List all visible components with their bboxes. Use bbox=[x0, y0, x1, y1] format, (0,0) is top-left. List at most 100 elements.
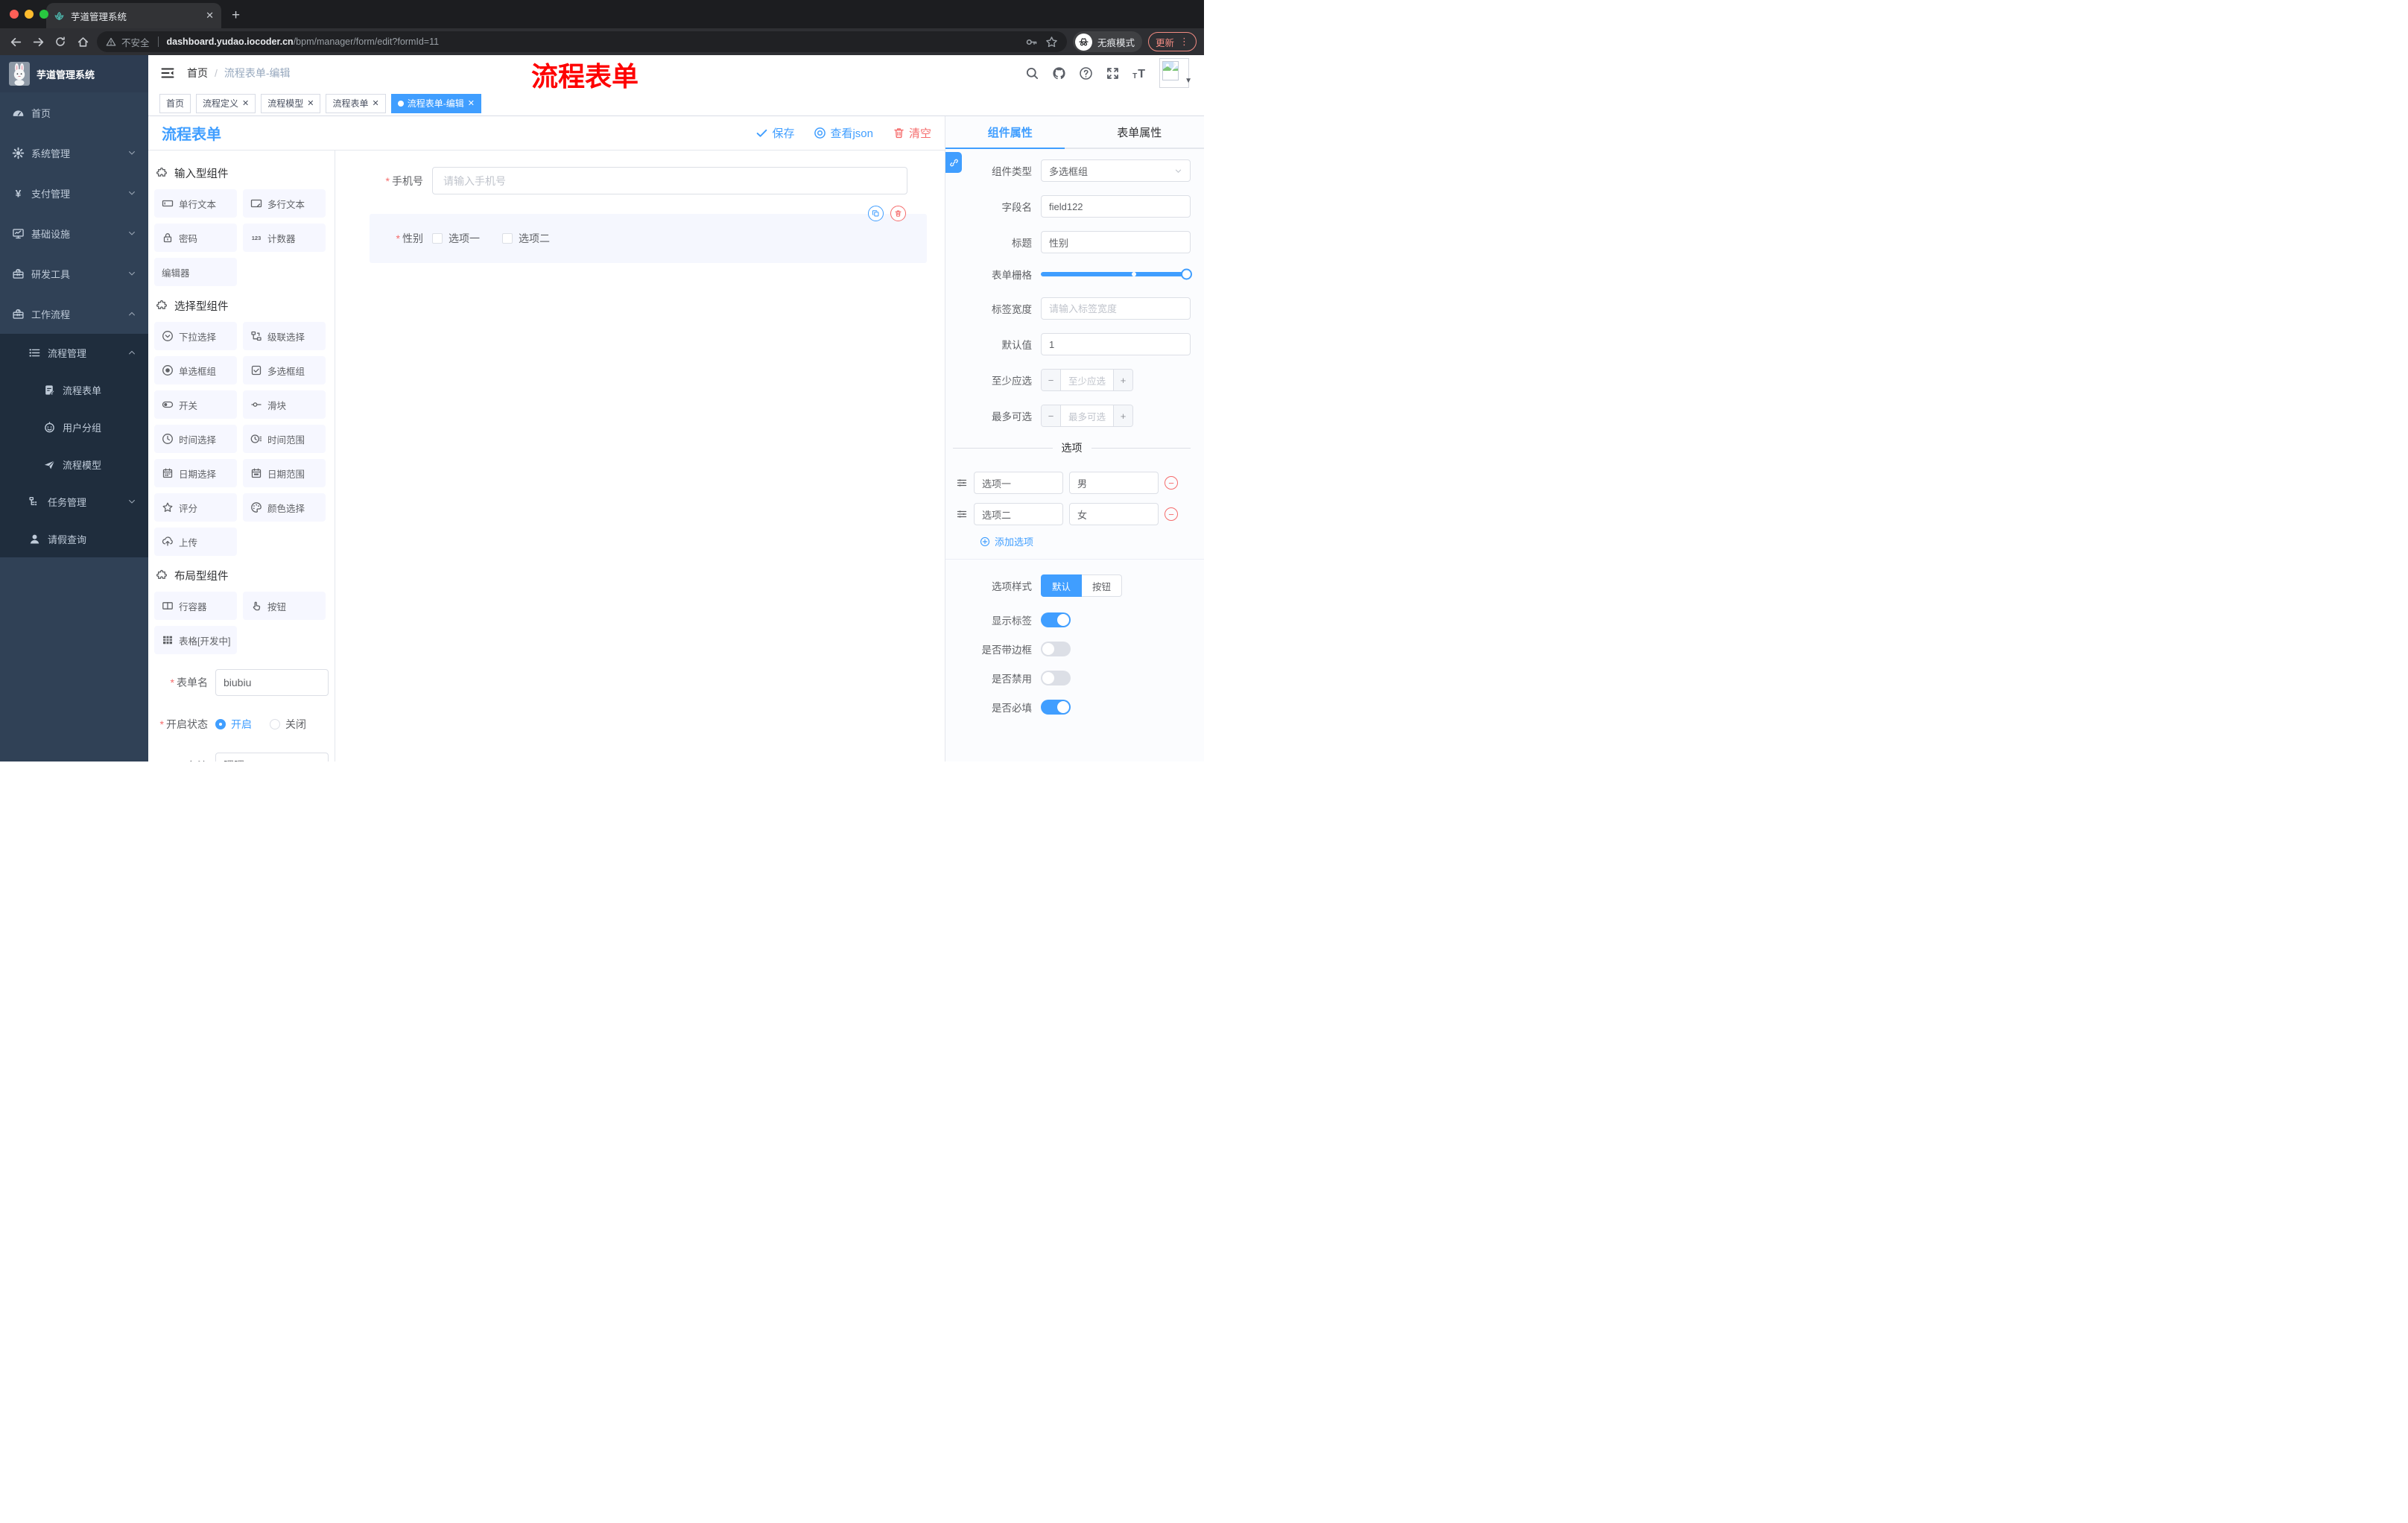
tab-form-props[interactable]: 表单属性 bbox=[1075, 116, 1205, 148]
palette-item-slider[interactable]: 滑块 bbox=[243, 390, 326, 419]
toggle-switch[interactable] bbox=[1041, 612, 1071, 627]
tag-0[interactable]: 首页 bbox=[159, 93, 191, 113]
option-style-button[interactable]: 按钮 bbox=[1082, 574, 1123, 597]
palette-item-color[interactable]: 颜色选择 bbox=[243, 493, 326, 522]
phone-input[interactable] bbox=[432, 167, 907, 194]
sidebar-item-plane-9[interactable]: 流程模型 bbox=[0, 446, 148, 483]
component-type-select[interactable]: 多选框组 bbox=[1041, 159, 1191, 182]
increment-button[interactable]: + bbox=[1113, 370, 1132, 390]
palette-item-input[interactable]: 单行文本 bbox=[154, 189, 237, 218]
warning-icon[interactable] bbox=[106, 37, 116, 47]
address-bar[interactable]: 不安全 dashboard.yudao.iocoder.cn/bpm/manag… bbox=[97, 31, 1067, 52]
page-url[interactable]: dashboard.yudao.iocoder.cn/bpm/manager/f… bbox=[167, 37, 440, 47]
window-controls[interactable] bbox=[10, 10, 48, 19]
selected-component-gender[interactable]: * 性别 选项一 选项二 bbox=[370, 206, 927, 263]
view-json-button[interactable]: 查看json bbox=[814, 125, 873, 141]
remove-option-button[interactable]: − bbox=[1165, 476, 1178, 490]
tag-2[interactable]: 流程模型 ✕ bbox=[261, 93, 321, 113]
close-icon[interactable]: ✕ bbox=[242, 98, 249, 108]
fullscreen-icon[interactable] bbox=[1106, 66, 1120, 80]
toggle-switch[interactable] bbox=[1041, 671, 1071, 685]
sidebar-item-toolbox-4[interactable]: 研发工具 bbox=[0, 253, 148, 294]
avatar-dropdown-caret-icon[interactable]: ▼ bbox=[1185, 77, 1192, 88]
sidebar-item-toolbox-5[interactable]: 工作流程 bbox=[0, 294, 148, 334]
palette-item-time-range[interactable]: 时间范围 bbox=[243, 425, 326, 453]
option-value-input[interactable] bbox=[1069, 503, 1159, 525]
app-logo[interactable]: 芋道管理系统 bbox=[0, 55, 148, 92]
sidebar-item-list-6[interactable]: 流程管理 bbox=[0, 334, 148, 371]
palette-item-date[interactable]: 日期选择 bbox=[154, 459, 237, 487]
field-name-input[interactable] bbox=[1041, 195, 1191, 218]
slider-handle[interactable] bbox=[1181, 268, 1192, 280]
form-remark-textarea[interactable]: 嘿嘿 bbox=[215, 753, 329, 762]
palette-item-switch[interactable]: 开关 bbox=[154, 390, 237, 419]
link-tag-button[interactable] bbox=[945, 152, 962, 173]
palette-item-row[interactable]: 行容器 bbox=[154, 592, 237, 620]
increment-button[interactable]: + bbox=[1113, 405, 1132, 426]
back-icon[interactable] bbox=[7, 34, 24, 50]
palette-item-none[interactable]: 编辑器 bbox=[154, 258, 237, 286]
palette-item-button[interactable]: 按钮 bbox=[243, 592, 326, 620]
close-icon[interactable]: ✕ bbox=[468, 98, 475, 108]
clear-button[interactable]: 清空 bbox=[893, 125, 931, 141]
gender-checkbox-1[interactable]: 选项二 bbox=[502, 231, 550, 246]
option-style-default[interactable]: 默认 bbox=[1041, 574, 1083, 597]
palette-item-cascader[interactable]: 级联选择 bbox=[243, 322, 326, 350]
delete-component-button[interactable] bbox=[890, 206, 906, 221]
decrement-button[interactable]: − bbox=[1042, 405, 1061, 426]
tag-1[interactable]: 流程定义 ✕ bbox=[196, 93, 256, 113]
browser-menu-icon[interactable]: ⋮ bbox=[1179, 36, 1189, 48]
palette-item-upload[interactable]: 上传 bbox=[154, 528, 237, 556]
form-name-input[interactable] bbox=[215, 669, 329, 696]
new-tab-button[interactable]: + bbox=[232, 7, 240, 24]
browser-tab[interactable]: 芋道管理系统 ✕ bbox=[46, 3, 221, 28]
sidebar-item-yen-2[interactable]: ¥ 支付管理 bbox=[0, 173, 148, 213]
toggle-switch[interactable] bbox=[1041, 700, 1071, 715]
sidebar-collapse-icon[interactable] bbox=[160, 66, 175, 80]
browser-update-button[interactable]: 更新 ⋮ bbox=[1147, 32, 1197, 51]
palette-item-time[interactable]: 时间选择 bbox=[154, 425, 237, 453]
default-value-input[interactable] bbox=[1041, 333, 1191, 355]
palette-item-rate[interactable]: 评分 bbox=[154, 493, 237, 522]
tag-3[interactable]: 流程表单 ✕ bbox=[326, 93, 386, 113]
palette-item-select[interactable]: 下拉选择 bbox=[154, 322, 237, 350]
sidebar-item-monitor-3[interactable]: 基础设施 bbox=[0, 213, 148, 253]
close-icon[interactable]: ✕ bbox=[307, 98, 314, 108]
add-option-button[interactable]: 添加选项 bbox=[980, 534, 1191, 548]
palette-item-checkbox[interactable]: 多选框组 bbox=[243, 356, 326, 384]
option-label-input[interactable] bbox=[974, 503, 1063, 525]
tab-close-icon[interactable]: ✕ bbox=[206, 10, 214, 22]
option-value-input[interactable] bbox=[1069, 472, 1159, 494]
copy-component-button[interactable] bbox=[868, 206, 884, 221]
tag-4[interactable]: 流程表单-编辑 ✕ bbox=[390, 93, 481, 113]
font-size-icon[interactable]: TT bbox=[1132, 66, 1147, 80]
palette-item-textarea[interactable]: 多行文本 bbox=[243, 189, 326, 218]
palette-item-radio[interactable]: 单选框组 bbox=[154, 356, 237, 384]
password-key-icon[interactable] bbox=[1025, 36, 1038, 48]
palette-item-date-range[interactable]: 日期范围 bbox=[243, 459, 326, 487]
title-input[interactable] bbox=[1041, 231, 1191, 253]
save-button[interactable]: 保存 bbox=[755, 125, 794, 141]
sidebar-item-robot-8[interactable]: 用户分组 bbox=[0, 408, 148, 446]
sidebar-item-dashboard-0[interactable]: 首页 bbox=[0, 92, 148, 133]
status-radio-1[interactable]: 关闭 bbox=[270, 717, 306, 732]
form-grid-slider[interactable] bbox=[1041, 268, 1192, 280]
github-icon[interactable] bbox=[1052, 66, 1066, 80]
option-label-input[interactable] bbox=[974, 472, 1063, 494]
sidebar-item-doc-edit-7[interactable]: 流程表单 bbox=[0, 371, 148, 408]
palette-item-table[interactable]: 表格[开发中] bbox=[154, 626, 237, 654]
search-icon[interactable] bbox=[1025, 66, 1039, 80]
close-icon[interactable]: ✕ bbox=[373, 98, 379, 108]
forward-icon[interactable] bbox=[30, 34, 46, 50]
security-label[interactable]: 不安全 bbox=[121, 35, 150, 49]
phone-field-row[interactable]: * 手机号 bbox=[370, 167, 934, 194]
breadcrumb-home[interactable]: 首页 bbox=[187, 66, 208, 80]
bookmark-star-icon[interactable] bbox=[1045, 36, 1058, 48]
reload-icon[interactable] bbox=[52, 34, 69, 50]
help-icon[interactable] bbox=[1079, 66, 1093, 80]
label-width-input[interactable] bbox=[1041, 297, 1191, 320]
toggle-switch[interactable] bbox=[1041, 642, 1071, 656]
max-select-placeholder[interactable]: 最多可选 bbox=[1061, 405, 1113, 426]
sidebar-item-tree-10[interactable]: 任务管理 bbox=[0, 483, 148, 520]
home-icon[interactable] bbox=[75, 34, 91, 50]
